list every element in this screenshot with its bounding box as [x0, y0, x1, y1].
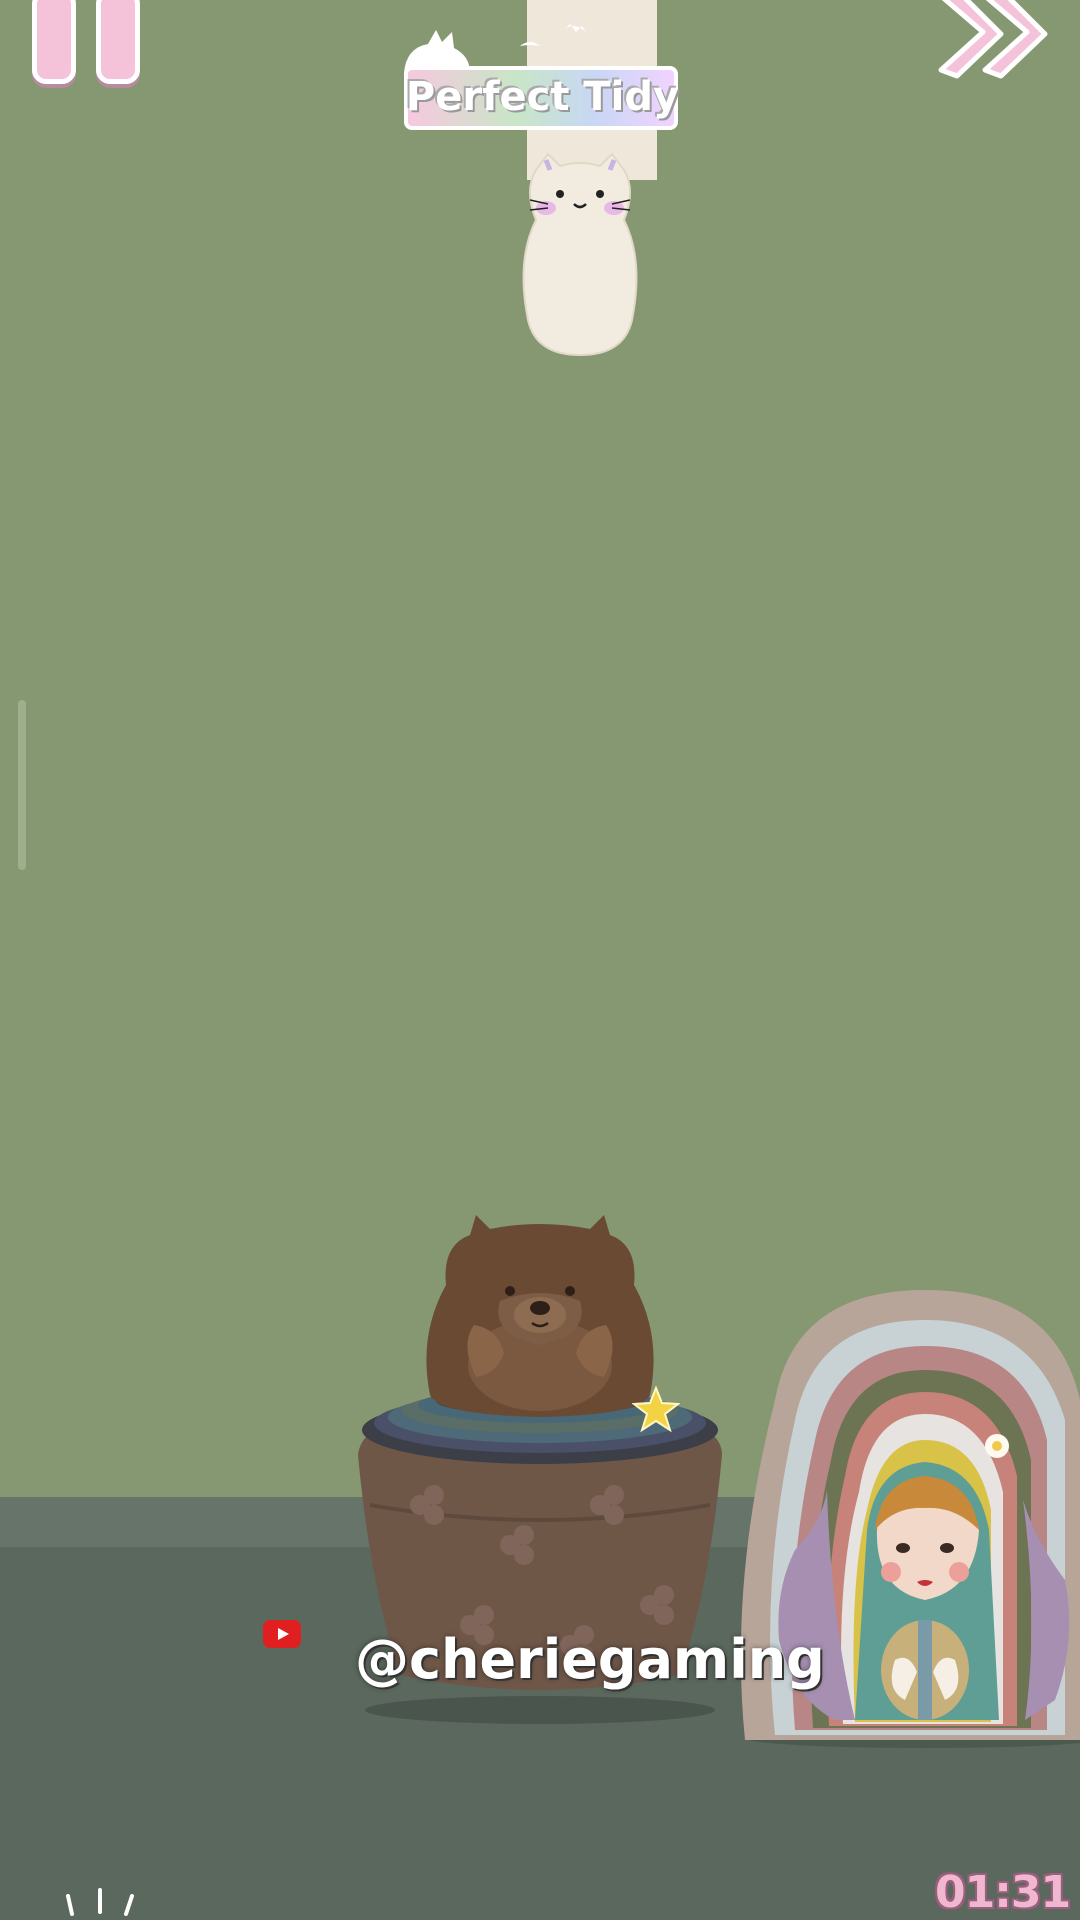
sparkle-icon [66, 1888, 134, 1916]
star-icon [632, 1386, 680, 1433]
game-stage: Perfect Tidy @cheriegaming 01:31 [0, 0, 1080, 1920]
level-banner: Perfect Tidy [400, 18, 685, 130]
cat-doll[interactable] [520, 150, 640, 360]
cat-doll-piece [522, 152, 638, 357]
level-title: Perfect Tidy [405, 74, 680, 120]
scroll-handle[interactable] [18, 700, 26, 870]
pause-button[interactable] [28, 0, 146, 84]
level-timer: 01:31 [935, 1867, 1071, 1918]
channel-handle: @cheriegaming [355, 1628, 825, 1691]
channel-watermark: @cheriegaming [263, 1620, 825, 1700]
youtube-icon [263, 1620, 301, 1648]
skip-button[interactable] [935, 0, 1055, 80]
fast-forward-icon [938, 0, 1048, 79]
